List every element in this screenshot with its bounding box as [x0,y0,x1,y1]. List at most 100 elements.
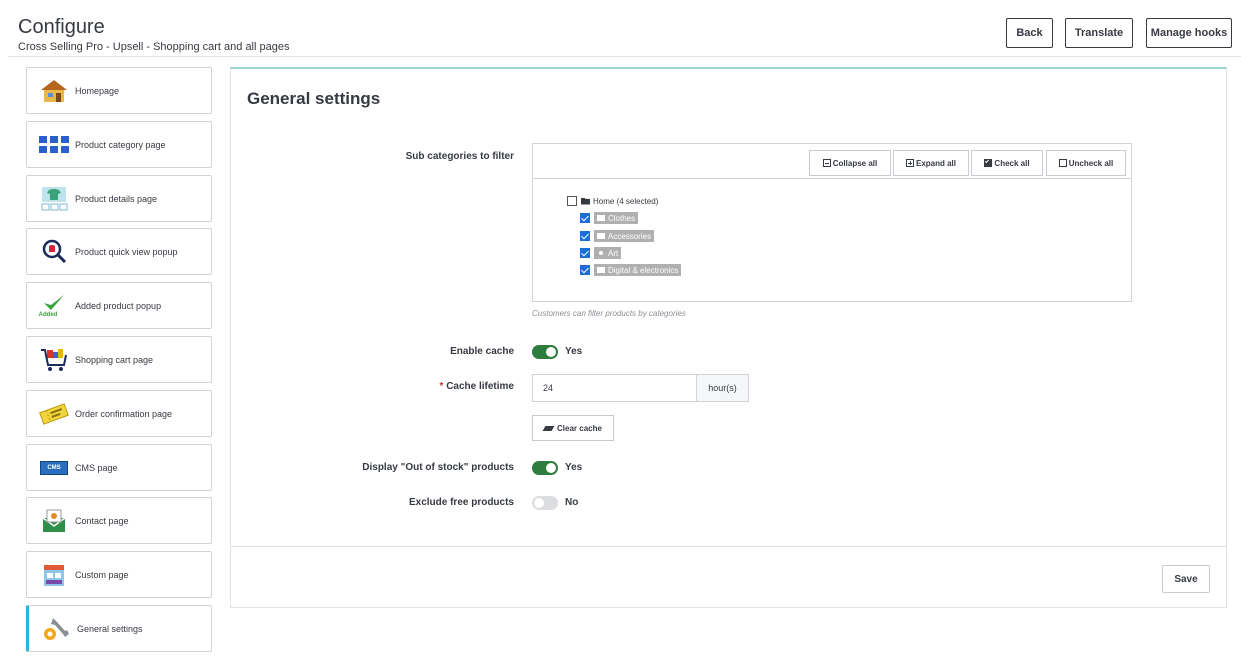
tshirt-icon [37,185,71,213]
eraser-icon [542,425,555,431]
sidebar-item-general-settings[interactable]: General settings [26,605,212,652]
tree-node-label: Accessories [608,231,652,241]
out-of-stock-value: Yes [565,462,583,473]
collapse-all-label: Collapse all [832,158,878,168]
wrench-gear-icon [39,615,73,643]
dot-icon [599,251,603,255]
translate-button[interactable]: Translate [1065,18,1133,48]
sidebar-item-label: Shopping cart page [75,354,154,365]
category-checkbox[interactable] [580,231,590,241]
sidebar-item-label: General settings [77,623,143,634]
tree-node-root[interactable]: Home (4 selected) [567,195,658,207]
exclude-free-switch[interactable] [532,496,558,510]
tree-node[interactable]: Accessories [580,230,655,242]
panel-title: General settings [247,89,381,108]
required-marker: * [439,381,444,392]
folder-icon [597,215,605,221]
checkmark-icon: Added [37,292,71,320]
tree-node[interactable]: Digital & electronics [580,264,682,276]
cache-lifetime-text: Cache lifetime [446,381,514,392]
added-icon-text: Added [38,311,58,318]
tree-node-label: Art [608,248,619,258]
cache-lifetime-input[interactable] [533,375,696,401]
settings-panel: General settings Sub categories to filte… [230,67,1227,608]
category-tag: Art [594,247,622,259]
envelope-icon [37,507,71,535]
subcategories-help: Customers can filter products by categor… [532,309,686,318]
expand-all-label: Expand all [915,158,956,168]
tree-node-label: Clothes [608,213,636,223]
ticket-icon [37,400,71,428]
manage-hooks-button[interactable]: Manage hooks [1146,18,1232,48]
tree-node-label: Home (4 selected) [593,196,659,206]
root-checkbox[interactable] [567,196,577,206]
uncheck-all-button[interactable]: Uncheck all [1046,150,1126,176]
panel-footer [231,546,1226,547]
page-subtitle: Cross Selling Pro - Upsell - Shopping ca… [18,41,290,53]
enable-cache-value: Yes [565,346,583,357]
cms-icon-text: CMS [40,460,68,475]
switch-knob [546,463,556,473]
category-checkbox[interactable] [580,265,590,275]
enable-cache-label: Enable cache [450,346,514,357]
storefront-icon [37,561,71,589]
sidebar-item-product-category[interactable]: Product category page [26,121,212,168]
page-title: Configure [18,16,105,38]
sidebar-item-label: Order confirmation page [75,408,173,419]
grid-icon [37,131,71,159]
subcategories-label: Sub categories to filter [405,151,514,162]
sidebar-item-added-popup[interactable]: Added Added product popup [26,282,212,329]
cache-lifetime-group: hour(s) [532,374,749,402]
sidebar-item-order-confirmation[interactable]: Order confirmation page [26,390,212,437]
expand-all-button[interactable]: Expand all [893,150,969,176]
category-tag: Accessories [594,230,655,242]
uncheck-all-label: Uncheck all [1068,158,1114,168]
category-tree: Collapse all Expand all Check all Unchec… [532,143,1132,302]
expand-icon [905,159,914,167]
check-all-label: Check all [994,158,1030,168]
sidebar-item-quick-view[interactable]: Product quick view popup [26,228,212,275]
out-of-stock-label: Display "Out of stock" products [362,462,514,473]
sidebar-item-label: CMS page [75,462,118,473]
house-icon [37,77,71,105]
checked-box-icon [984,158,993,167]
sidebar-item-shopping-cart[interactable]: Shopping cart page [26,336,212,383]
category-tag: Digital & electronics [594,264,682,276]
cache-lifetime-label: * Cache lifetime [440,381,515,392]
folder-icon [597,233,605,239]
sidebar-item-label: Product category page [75,139,166,150]
collapse-icon [822,159,831,167]
sidebar-item-homepage[interactable]: Homepage [26,67,212,114]
tree-node[interactable]: Clothes [580,212,639,224]
enable-cache-switch[interactable] [532,345,558,359]
clear-cache-label: Clear cache [557,423,602,433]
tree-node-label: Digital & electronics [608,265,679,275]
magnifier-icon [37,238,71,266]
category-tag: Clothes [594,212,639,224]
sidebar-item-cms[interactable]: CMS CMS page [26,444,212,491]
folder-icon [597,267,605,273]
tree-toolbar: Collapse all Expand all Check all Unchec… [533,144,1131,179]
page-header: Configure Cross Selling Pro - Upsell - S… [8,8,1241,57]
tree-node[interactable]: Art [580,247,622,259]
sidebar-item-contact[interactable]: Contact page [26,497,212,544]
save-button[interactable]: Save [1162,565,1210,593]
back-button[interactable]: Back [1006,18,1053,48]
switch-knob [546,347,556,357]
sidebar-item-label: Homepage [75,85,120,96]
sidebar-item-label: Product quick view popup [75,246,178,257]
sidebar-item-custom[interactable]: Custom page [26,551,212,598]
folder-open-icon [581,197,590,205]
sidebar-item-product-details[interactable]: Product details page [26,175,212,222]
sidebar-item-label: Added product popup [75,300,162,311]
collapse-all-button[interactable]: Collapse all [809,150,891,176]
clear-cache-button[interactable]: Clear cache [532,415,614,441]
exclude-free-label: Exclude free products [408,497,514,508]
exclude-free-value: No [565,497,579,508]
sidebar-item-label: Product details page [75,193,158,204]
out-of-stock-switch[interactable] [532,461,558,475]
cache-lifetime-unit: hour(s) [696,375,748,401]
check-all-button[interactable]: Check all [971,150,1043,176]
category-checkbox[interactable] [580,213,590,223]
category-checkbox[interactable] [580,248,590,258]
